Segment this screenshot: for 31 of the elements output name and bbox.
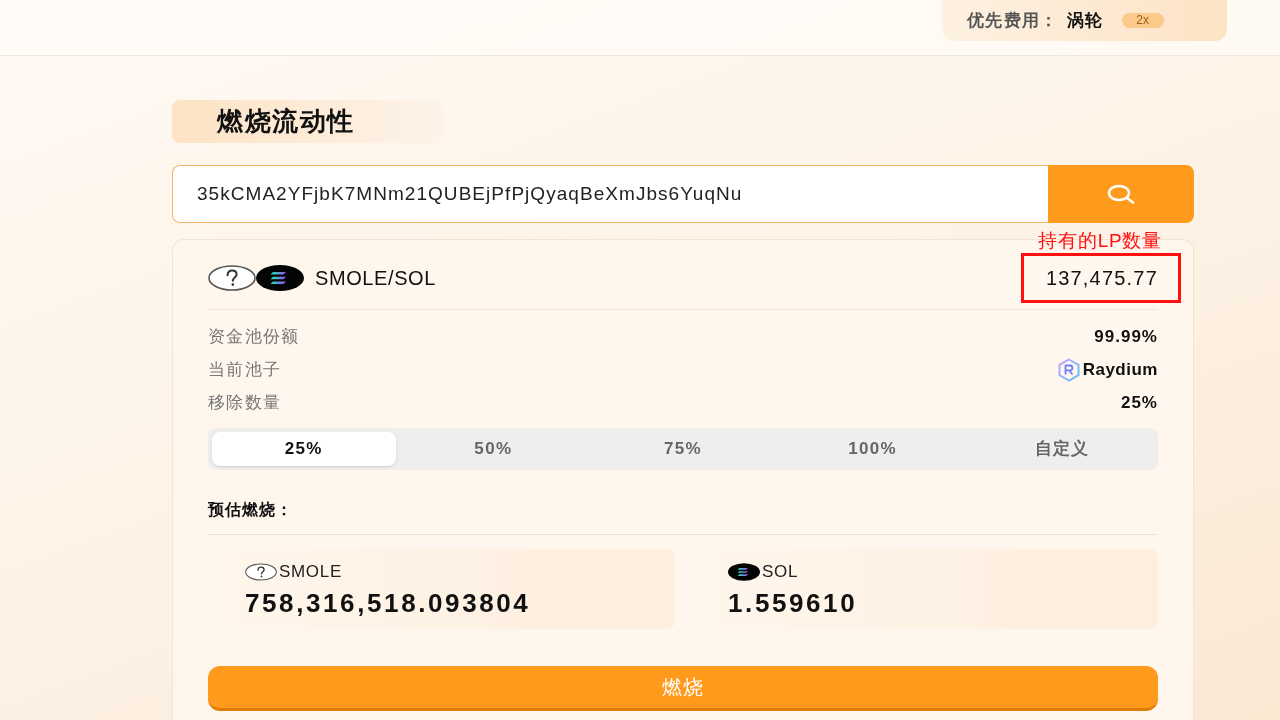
estimate-title: 预估燃烧：	[208, 500, 293, 520]
percent-tab[interactable]: 自定义	[970, 432, 1154, 466]
token-symbol: SOL	[762, 561, 799, 584]
sol-token-icon	[728, 562, 760, 582]
detail-label: 当前池子	[208, 359, 282, 382]
page-title: 燃烧流动性	[172, 100, 442, 143]
pair-name: SMOLE/SOL	[315, 266, 436, 291]
search-icon	[1106, 184, 1136, 204]
token-amount: 758,316,518.093804	[245, 588, 531, 618]
question-mark-icon	[245, 562, 277, 582]
priority-fee-label: 优先费用：	[967, 9, 1059, 32]
sol-token-icon	[256, 265, 304, 291]
detail-label: 移除数量	[208, 392, 282, 415]
pool-name: Raydium	[1082, 359, 1158, 382]
address-input[interactable]: 35kCMA2YFjbK7MNm21QUBEjPfPjQyaqBeXmJbs6YuqNu	[172, 165, 1048, 223]
search-button[interactable]	[1048, 165, 1194, 223]
token-symbol: SMOLE	[279, 561, 342, 584]
detail-value: 25%	[1120, 392, 1158, 415]
detail-label: 资金池份额	[208, 326, 300, 349]
percent-tab[interactable]: 25%	[212, 432, 396, 466]
token-amount: 1.559610	[728, 588, 858, 618]
priority-fee-value[interactable]: 涡轮	[1066, 7, 1104, 34]
question-mark-icon	[208, 265, 256, 291]
percent-tab[interactable]: 75%	[591, 432, 775, 466]
annotation-label: 持有的LP数量	[1038, 230, 1162, 252]
percent-tab[interactable]: 50%	[401, 432, 586, 466]
speed-badge: 2x	[1121, 13, 1164, 28]
hexagon-logo-icon	[1056, 358, 1081, 382]
detail-value: 99.99%	[1094, 326, 1158, 349]
lp-amount: 137,475.77	[1045, 266, 1158, 291]
percent-tab[interactable]: 100%	[780, 432, 965, 466]
